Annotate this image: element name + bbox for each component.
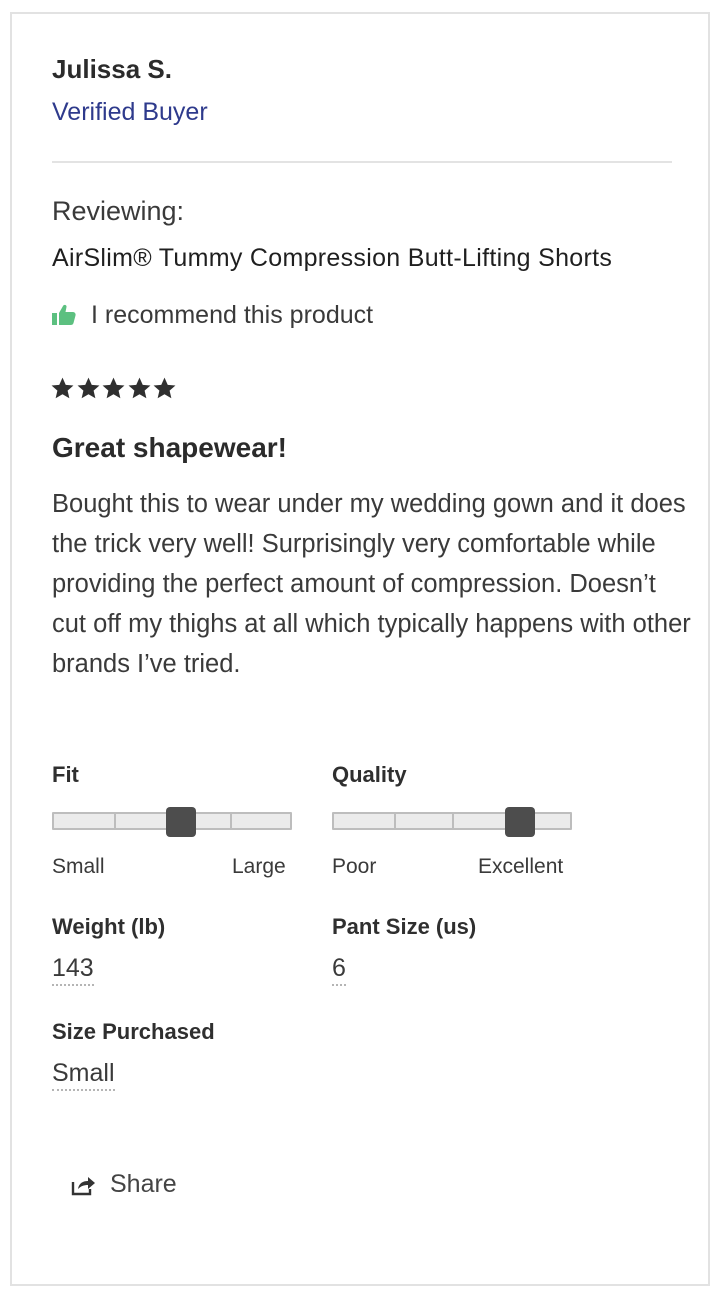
star-icon (102, 377, 125, 399)
star-rating (50, 376, 178, 401)
recommend-row: I recommend this product (52, 300, 373, 330)
reviewer-name: Julissa S. (52, 54, 172, 84)
scale-divider (114, 814, 116, 828)
star-icon (153, 377, 176, 399)
weight-value[interactable]: 143 (52, 954, 94, 986)
review-title: Great shapewear! (52, 432, 287, 463)
quality-label: Quality (332, 762, 407, 787)
weight-label: Weight (lb) (52, 914, 166, 939)
share-icon (71, 1176, 95, 1195)
quality-scale (332, 807, 572, 837)
quality-min-label: Poor (332, 855, 377, 878)
quality-max-label: Excellent (478, 855, 564, 878)
fit-scale-marker (166, 807, 196, 837)
fit-max-label: Large (232, 855, 286, 878)
divider (52, 161, 672, 163)
fit-label: Fit (52, 762, 79, 787)
size-purchased-label: Size Purchased (52, 1019, 215, 1044)
share-button[interactable]: Share (70, 1170, 177, 1199)
product-name: AirSlim® Tummy Compression Butt-Lifting … (52, 244, 613, 272)
size-purchased-value[interactable]: Small (52, 1059, 115, 1091)
star-icon (51, 377, 74, 399)
review-body: Bought this to wear under my wedding gow… (52, 490, 691, 678)
verified-buyer-badge: Verified Buyer (52, 98, 208, 126)
review-card: Julissa S. Verified Buyer Reviewing: Air… (10, 12, 710, 1286)
scale-divider (452, 814, 454, 828)
star-icon (128, 377, 150, 399)
fit-scale (52, 807, 292, 837)
fit-min-label: Small (52, 855, 105, 878)
star-icon (77, 377, 99, 399)
recommend-text: I recommend this product (91, 300, 374, 329)
pant-size-label: Pant Size (us) (332, 914, 477, 939)
thumbs-up-icon (52, 304, 76, 325)
quality-scale-marker (505, 807, 535, 837)
reviewing-label: Reviewing: (52, 196, 185, 226)
scale-divider (230, 814, 232, 828)
scale-divider (394, 814, 396, 828)
share-label: Share (110, 1170, 177, 1198)
pant-size-value[interactable]: 6 (332, 954, 346, 986)
